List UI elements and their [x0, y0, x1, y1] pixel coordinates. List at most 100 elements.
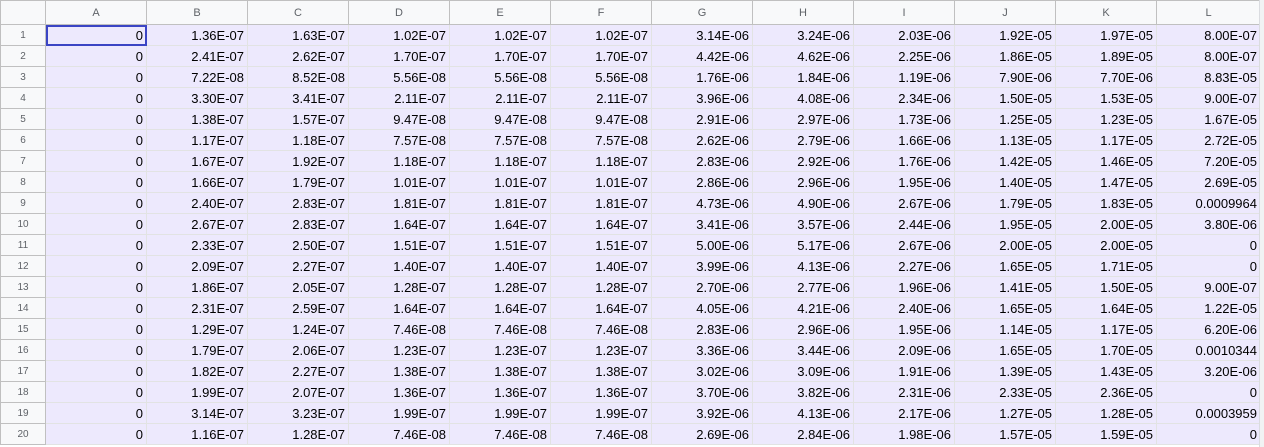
cell-a8[interactable]: 0 [45, 171, 147, 193]
cell-h7[interactable]: 2.92E-06 [752, 150, 854, 172]
cell-k19[interactable]: 1.28E-05 [1055, 402, 1157, 424]
cell-g11[interactable]: 5.00E-06 [651, 234, 753, 256]
cell-c17[interactable]: 2.27E-07 [247, 360, 349, 382]
cell-l10[interactable]: 3.80E-06 [1156, 213, 1261, 235]
cell-c9[interactable]: 2.83E-07 [247, 192, 349, 214]
cell-g6[interactable]: 2.62E-06 [651, 129, 753, 151]
cell-f17[interactable]: 1.38E-07 [550, 360, 652, 382]
cell-j11[interactable]: 2.00E-05 [954, 234, 1056, 256]
cell-k8[interactable]: 1.47E-05 [1055, 171, 1157, 193]
cell-i7[interactable]: 1.76E-06 [853, 150, 955, 172]
cell-j5[interactable]: 1.25E-05 [954, 108, 1056, 130]
row-header[interactable]: 12 [0, 255, 46, 277]
cell-h11[interactable]: 5.17E-06 [752, 234, 854, 256]
cell-l4[interactable]: 9.00E-07 [1156, 87, 1261, 109]
cell-h5[interactable]: 2.97E-06 [752, 108, 854, 130]
cell-d19[interactable]: 1.99E-07 [348, 402, 450, 424]
cell-e6[interactable]: 7.57E-08 [449, 129, 551, 151]
cell-j18[interactable]: 2.33E-05 [954, 381, 1056, 403]
cell-j9[interactable]: 1.79E-05 [954, 192, 1056, 214]
cell-k16[interactable]: 1.70E-05 [1055, 339, 1157, 361]
cell-f18[interactable]: 1.36E-07 [550, 381, 652, 403]
cell-b20[interactable]: 1.16E-07 [146, 423, 248, 445]
cell-g3[interactable]: 1.76E-06 [651, 66, 753, 88]
row-header[interactable]: 16 [0, 339, 46, 361]
cell-j19[interactable]: 1.27E-05 [954, 402, 1056, 424]
cell-b16[interactable]: 1.79E-07 [146, 339, 248, 361]
cell-d3[interactable]: 5.56E-08 [348, 66, 450, 88]
row-header[interactable]: 13 [0, 276, 46, 298]
cell-l14[interactable]: 1.22E-05 [1156, 297, 1261, 319]
cell-d16[interactable]: 1.23E-07 [348, 339, 450, 361]
cell-i20[interactable]: 1.98E-06 [853, 423, 955, 445]
cell-i18[interactable]: 2.31E-06 [853, 381, 955, 403]
cell-a15[interactable]: 0 [45, 318, 147, 340]
cell-i10[interactable]: 2.44E-06 [853, 213, 955, 235]
cell-j4[interactable]: 1.50E-05 [954, 87, 1056, 109]
cell-l15[interactable]: 6.20E-06 [1156, 318, 1261, 340]
cell-f19[interactable]: 1.99E-07 [550, 402, 652, 424]
cell-h10[interactable]: 3.57E-06 [752, 213, 854, 235]
row-header[interactable]: 11 [0, 234, 46, 256]
cell-h14[interactable]: 4.21E-06 [752, 297, 854, 319]
cell-d17[interactable]: 1.38E-07 [348, 360, 450, 382]
cell-b8[interactable]: 1.66E-07 [146, 171, 248, 193]
row-header[interactable]: 19 [0, 402, 46, 424]
spreadsheet-grid[interactable]: A B C D E F G H I J K L 1 0 1.36E-07 1.63E-… [0, 0, 1264, 447]
cell-d14[interactable]: 1.64E-07 [348, 297, 450, 319]
cell-a20[interactable]: 0 [45, 423, 147, 445]
cell-b4[interactable]: 3.30E-07 [146, 87, 248, 109]
cell-j10[interactable]: 1.95E-05 [954, 213, 1056, 235]
column-header-f[interactable]: F [550, 0, 652, 25]
cell-k2[interactable]: 1.89E-05 [1055, 45, 1157, 67]
cell-f8[interactable]: 1.01E-07 [550, 171, 652, 193]
cell-f12[interactable]: 1.40E-07 [550, 255, 652, 277]
cell-k6[interactable]: 1.17E-05 [1055, 129, 1157, 151]
cell-l16[interactable]: 0.0010344 [1156, 339, 1261, 361]
cell-i17[interactable]: 1.91E-06 [853, 360, 955, 382]
cell-i13[interactable]: 1.96E-06 [853, 276, 955, 298]
cell-c19[interactable]: 3.23E-07 [247, 402, 349, 424]
cell-j3[interactable]: 7.90E-06 [954, 66, 1056, 88]
cell-f3[interactable]: 5.56E-08 [550, 66, 652, 88]
cell-g9[interactable]: 4.73E-06 [651, 192, 753, 214]
cell-k18[interactable]: 2.36E-05 [1055, 381, 1157, 403]
column-header-j[interactable]: J [954, 0, 1056, 25]
row-header[interactable]: 20 [0, 423, 46, 445]
cell-f15[interactable]: 7.46E-08 [550, 318, 652, 340]
cell-e12[interactable]: 1.40E-07 [449, 255, 551, 277]
column-header-a[interactable]: A [45, 0, 147, 25]
cell-l5[interactable]: 1.67E-05 [1156, 108, 1261, 130]
cell-i4[interactable]: 2.34E-06 [853, 87, 955, 109]
vertical-scrollbar[interactable] [1259, 0, 1264, 447]
cell-f14[interactable]: 1.64E-07 [550, 297, 652, 319]
cell-d9[interactable]: 1.81E-07 [348, 192, 450, 214]
cell-h20[interactable]: 2.84E-06 [752, 423, 854, 445]
cell-c5[interactable]: 1.57E-07 [247, 108, 349, 130]
column-header-g[interactable]: G [651, 0, 753, 25]
row-header[interactable]: 15 [0, 318, 46, 340]
cell-i9[interactable]: 2.67E-06 [853, 192, 955, 214]
cell-g5[interactable]: 2.91E-06 [651, 108, 753, 130]
cell-g10[interactable]: 3.41E-06 [651, 213, 753, 235]
column-header-d[interactable]: D [348, 0, 450, 25]
cell-h8[interactable]: 2.96E-06 [752, 171, 854, 193]
cell-i3[interactable]: 1.19E-06 [853, 66, 955, 88]
cell-j7[interactable]: 1.42E-05 [954, 150, 1056, 172]
cell-j1[interactable]: 1.92E-05 [954, 24, 1056, 46]
cell-i6[interactable]: 1.66E-06 [853, 129, 955, 151]
cell-e17[interactable]: 1.38E-07 [449, 360, 551, 382]
cell-a7[interactable]: 0 [45, 150, 147, 172]
cell-b1[interactable]: 1.36E-07 [146, 24, 248, 46]
cell-j13[interactable]: 1.41E-05 [954, 276, 1056, 298]
cell-a2[interactable]: 0 [45, 45, 147, 67]
cell-f10[interactable]: 1.64E-07 [550, 213, 652, 235]
cell-d4[interactable]: 2.11E-07 [348, 87, 450, 109]
cell-g2[interactable]: 4.42E-06 [651, 45, 753, 67]
cell-a12[interactable]: 0 [45, 255, 147, 277]
cell-l8[interactable]: 2.69E-05 [1156, 171, 1261, 193]
column-header-i[interactable]: I [853, 0, 955, 25]
row-header[interactable]: 1 [0, 24, 46, 46]
cell-e16[interactable]: 1.23E-07 [449, 339, 551, 361]
cell-b7[interactable]: 1.67E-07 [146, 150, 248, 172]
